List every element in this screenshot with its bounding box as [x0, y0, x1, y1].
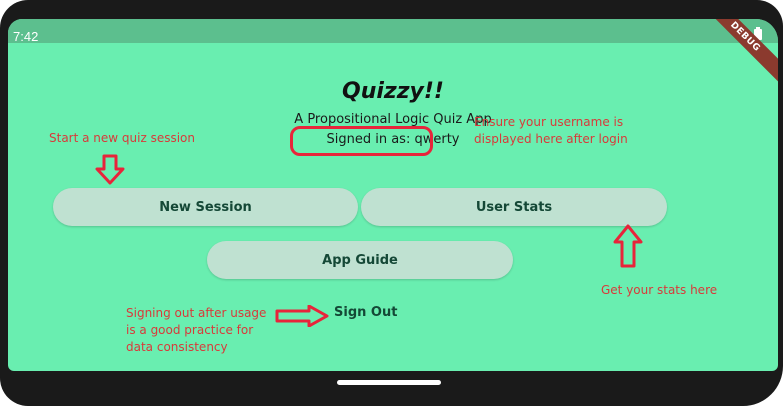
app-guide-button[interactable]: App Guide	[207, 241, 513, 279]
username-highlight-box	[290, 126, 433, 156]
app-title: Quizzy!!	[342, 79, 444, 104]
annotation-stats: Get your stats here	[601, 283, 718, 297]
user-stats-button[interactable]: User Stats	[361, 188, 667, 226]
phone-frame: 7:42 DEBUG Quizzy!! A Propositional Logi…	[0, 0, 783, 406]
status-bar: 7:42	[8, 19, 778, 44]
annotation-start-session: Start a new quiz session	[49, 131, 196, 145]
annotation-username: Ensure your username is displayed here a…	[474, 115, 628, 146]
status-time: 7:42	[13, 29, 39, 44]
arrow-up-icon	[613, 224, 643, 268]
home-indicator[interactable]	[337, 380, 441, 385]
arrow-right-icon	[275, 305, 329, 327]
new-session-button[interactable]: New Session	[53, 188, 358, 226]
app-screen: 7:42 DEBUG Quizzy!! A Propositional Logi…	[8, 19, 778, 371]
sign-out-link[interactable]: Sign Out	[334, 305, 397, 320]
arrow-down-icon	[95, 154, 125, 185]
app-subtitle: A Propositional Logic Quiz App	[294, 112, 492, 127]
annotation-signout: Signing out after usage is a good practi…	[126, 306, 267, 354]
